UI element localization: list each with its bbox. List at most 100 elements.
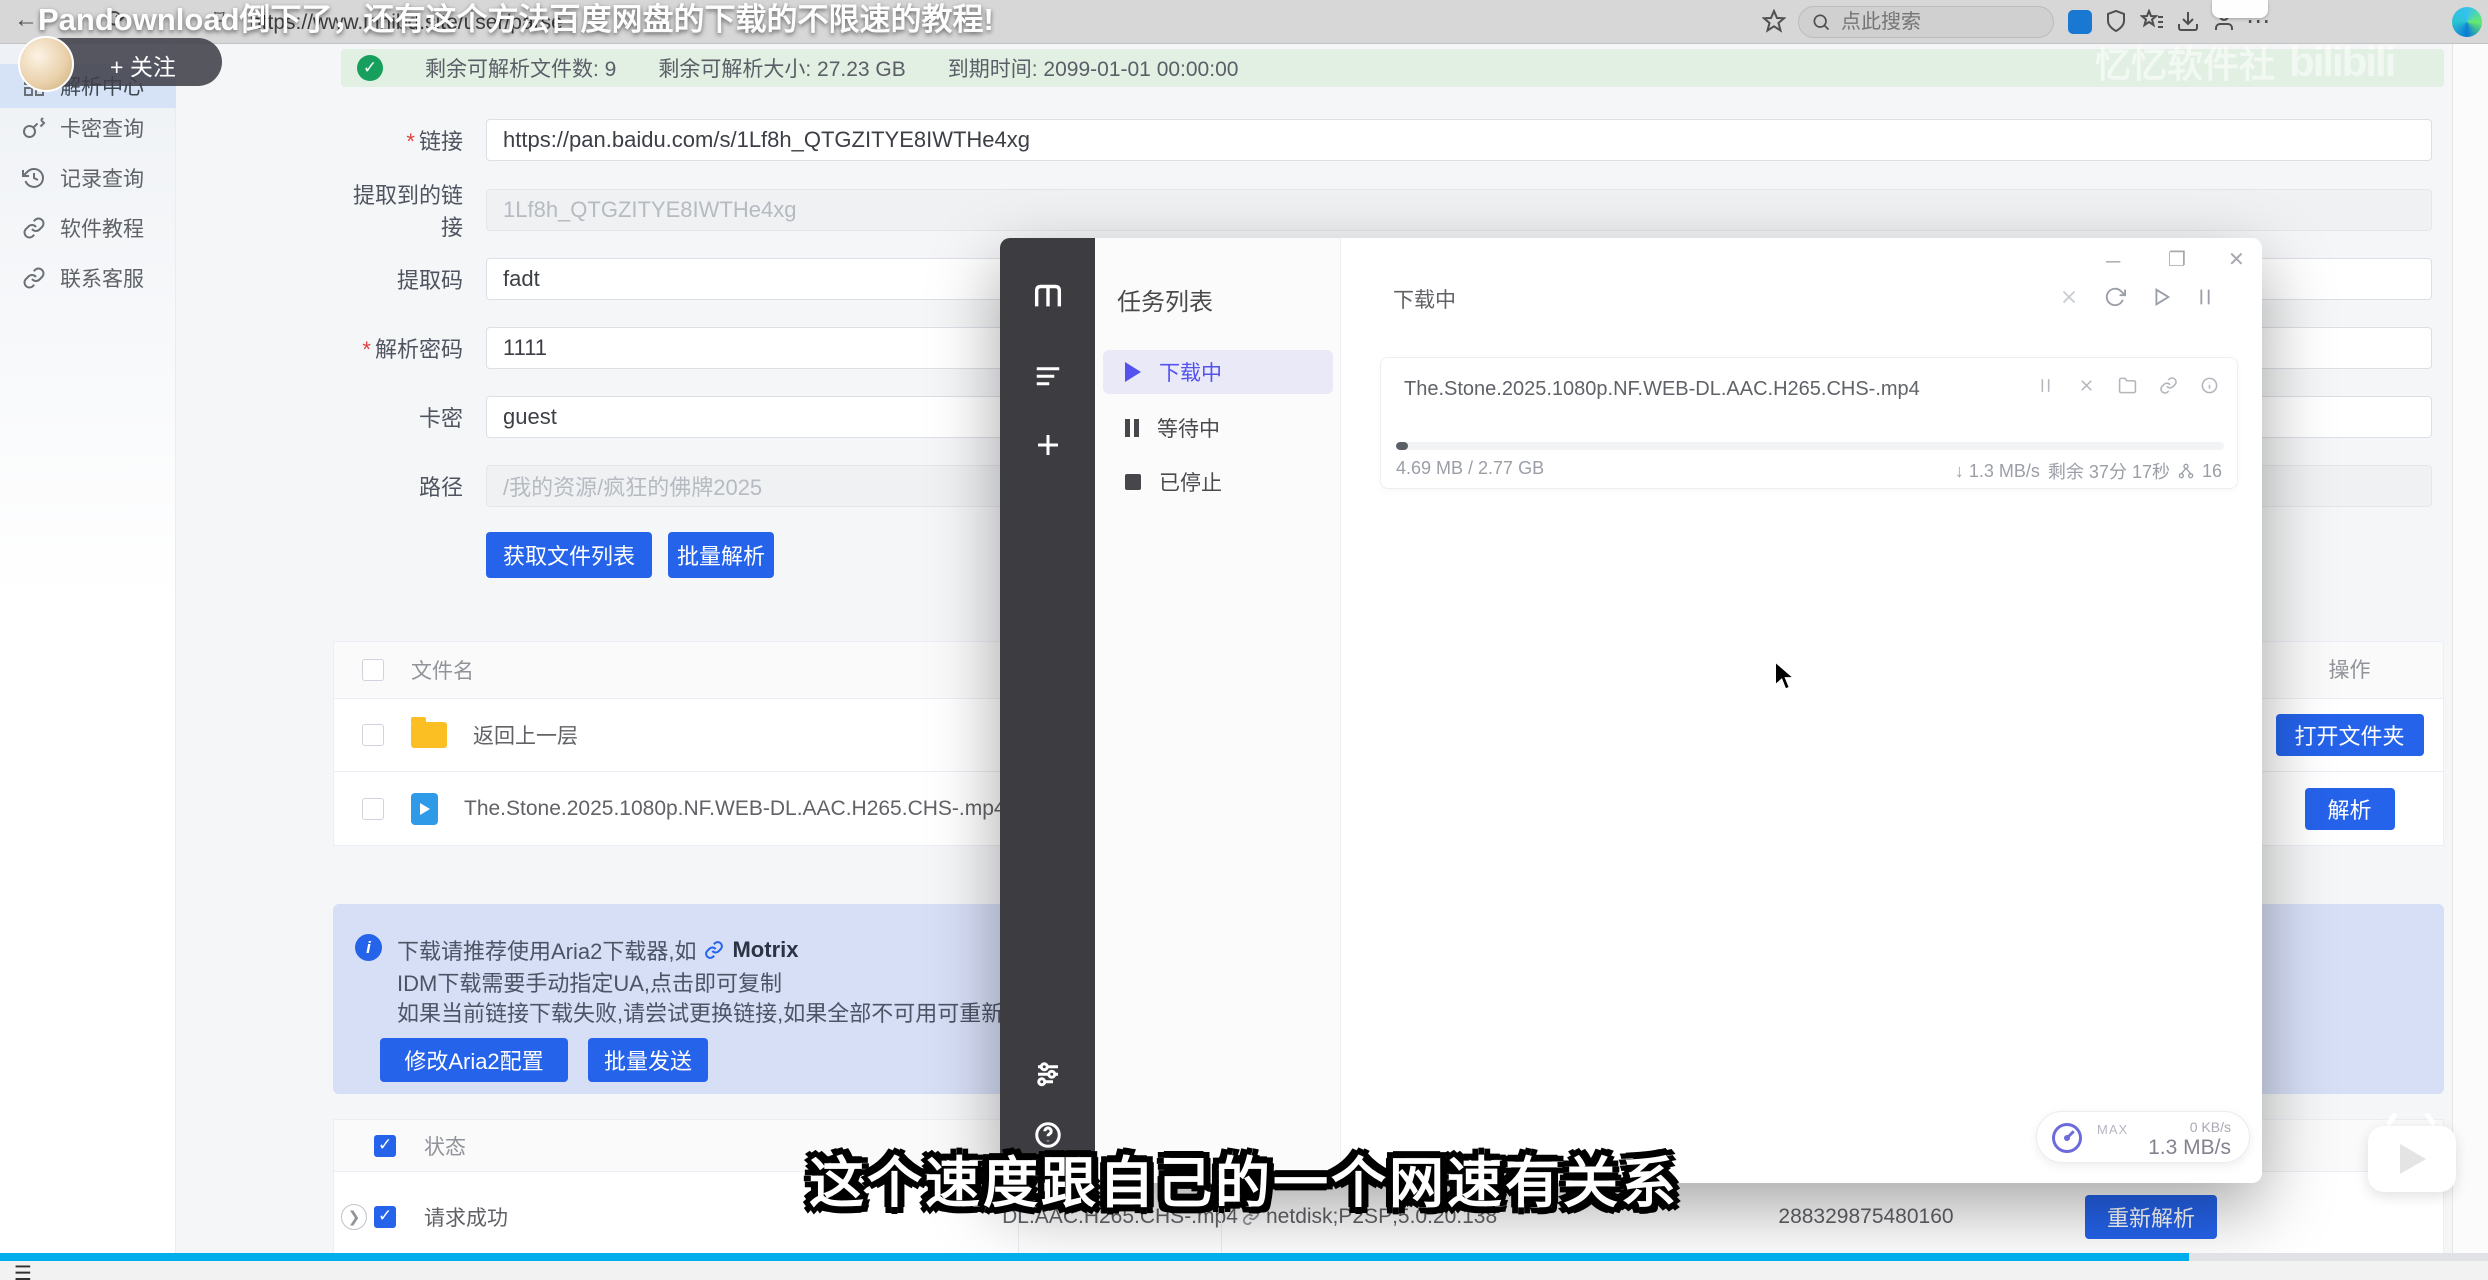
follow-label: + 关注: [110, 48, 176, 82]
file-name[interactable]: 返回上一层: [473, 720, 578, 750]
window-close-button[interactable]: ✕: [2228, 250, 2245, 270]
motrix-window: 任务列表 下载中 等待中 已停止 ─ ❐ ✕ 下载中 The.Stone.202…: [1000, 238, 2262, 1183]
task-filename: The.Stone.2025.1080p.NF.WEB-DL.AAC.H265.…: [1404, 378, 1920, 401]
extension-icon[interactable]: [2068, 10, 2092, 34]
sidebar-item-label: 记录查询: [60, 163, 144, 193]
uploader-avatar[interactable]: [18, 36, 74, 92]
screen: ← ⟳ ⌑ https://www.innibd.site/user/parse…: [0, 0, 2488, 1280]
field-label: 路径: [333, 470, 463, 502]
sidebar-item-label: 软件教程: [60, 213, 144, 243]
extracted-link-input: [486, 189, 2432, 231]
sidebar-item-software-tutorial[interactable]: 软件教程: [0, 206, 176, 250]
sidebar-item-label: 联系客服: [60, 263, 144, 293]
motrix-link[interactable]: Motrix: [732, 937, 798, 963]
panel-title: 下载中: [1393, 284, 1456, 314]
favorite-star-icon[interactable]: [1762, 9, 1786, 33]
back-icon[interactable]: ←: [14, 8, 38, 32]
pause-task-icon[interactable]: [2036, 376, 2055, 395]
watermark-text: 忆忆软件社: [2095, 36, 2275, 88]
pause-all-icon[interactable]: [2194, 286, 2216, 308]
refresh-icon[interactable]: [2104, 286, 2126, 308]
nav-downloading[interactable]: 下载中: [1103, 350, 1333, 394]
open-folder-button[interactable]: 打开文件夹: [2276, 714, 2424, 756]
video-file-icon: [411, 793, 438, 825]
downloads-icon[interactable]: [2176, 9, 2200, 33]
stop-icon: [1125, 474, 1141, 490]
delete-task-icon[interactable]: [2058, 286, 2080, 308]
quota-files: 剩余可解析文件数: 9: [425, 53, 616, 83]
field-label: 提取到的链接: [333, 178, 463, 242]
play-icon: [1125, 362, 1141, 382]
field-label: 卡密: [333, 401, 463, 433]
link-icon: [22, 266, 46, 290]
parse-button[interactable]: 解析: [2305, 788, 2395, 830]
sidebar-item-record-query[interactable]: 记录查询: [0, 156, 176, 200]
video-progress-track[interactable]: [0, 1253, 2488, 1261]
tip-line2[interactable]: IDM下载需要手动指定UA,点击即可复制: [397, 966, 782, 998]
hamburger-icon[interactable]: ☰: [14, 1264, 38, 1280]
task-speed: ↓ 1.3 MB/s: [1955, 461, 2040, 482]
mouse-cursor: [1772, 662, 1798, 692]
window-minimize-button[interactable]: ─: [2106, 252, 2120, 272]
resume-all-icon[interactable]: [2150, 286, 2172, 308]
search-input[interactable]: [1841, 11, 2011, 34]
success-check-icon: ✓: [357, 55, 383, 81]
link-icon: [22, 216, 46, 240]
video-title-overlay: Pandownload倒下了，还有这个方法百度网盘的下载的不限速的教程!: [38, 0, 994, 39]
delete-task-icon[interactable]: [2077, 376, 2096, 395]
nav-waiting[interactable]: 等待中: [1103, 406, 1333, 450]
quota-expire: 到期时间: 2099-01-01 00:00:00: [948, 53, 1239, 83]
sidebar-item-card-query[interactable]: 卡密查询: [0, 106, 176, 150]
task-progress-text: 4.69 MB / 2.77 GB: [1396, 458, 1544, 484]
get-file-list-button[interactable]: 获取文件列表: [486, 532, 652, 578]
open-folder-icon[interactable]: [2118, 376, 2137, 395]
copy-link-icon[interactable]: [2159, 376, 2178, 395]
add-task-icon[interactable]: [1000, 430, 1095, 460]
field-label: 提取码: [333, 263, 463, 295]
quick-search[interactable]: [1798, 6, 2054, 38]
batch-parse-button[interactable]: 批量解析: [668, 532, 774, 578]
video-subtitle: 这个速度跟自己的一个网速有关系: [0, 1138, 2488, 1218]
sidebar-item-contact-support[interactable]: 联系客服: [0, 256, 176, 300]
nav-label: 下载中: [1159, 357, 1222, 387]
download-task-card[interactable]: The.Stone.2025.1080p.NF.WEB-DL.AAC.H265.…: [1380, 357, 2238, 489]
history-icon: [22, 166, 46, 190]
window-maximize-button[interactable]: ❐: [2168, 250, 2186, 270]
modify-aria2-button[interactable]: 修改Aria2配置: [380, 1038, 568, 1082]
info-icon: i: [355, 934, 382, 961]
scrollbar-track[interactable]: [2452, 44, 2488, 1280]
nav-stopped[interactable]: 已停止: [1103, 460, 1333, 504]
pause-icon: [1125, 419, 1139, 437]
task-progress-fill: [1396, 442, 1408, 450]
folder-icon: [411, 722, 447, 748]
task-progress-bar: [1396, 442, 2224, 450]
nav-label: 已停止: [1159, 467, 1222, 497]
tip-line1: 下载请推荐使用Aria2下载器,如: [397, 934, 696, 966]
uploader-watermark: 忆忆软件社 bilibili: [2095, 36, 2394, 88]
motrix-logo-icon: [1000, 278, 1095, 312]
key-icon: [22, 116, 46, 140]
shield-icon[interactable]: [2104, 9, 2128, 33]
browser-logo-icon[interactable]: [2452, 7, 2482, 37]
upload-speed: 0 KB/s: [2190, 1119, 2231, 1135]
link-icon: [704, 940, 724, 960]
row-checkbox[interactable]: [362, 798, 384, 820]
row-checkbox[interactable]: [362, 724, 384, 746]
nav-label: 等待中: [1157, 413, 1220, 443]
link-input[interactable]: [486, 119, 2432, 161]
field-label: *链接: [333, 124, 463, 156]
task-list-icon[interactable]: [1000, 360, 1095, 390]
batch-send-button[interactable]: 批量发送: [588, 1038, 708, 1082]
task-nav-title: 任务列表: [1117, 282, 1213, 317]
select-all-checkbox[interactable]: [362, 659, 384, 681]
quota-size: 剩余可解析大小: 27.23 GB: [658, 53, 905, 83]
file-name[interactable]: The.Stone.2025.1080p.NF.WEB-DL.AAC.H265.…: [464, 797, 1006, 821]
task-remaining: 剩余 37分 17秒: [2048, 458, 2170, 484]
task-peers: 16: [2202, 461, 2222, 482]
favorites-list-icon[interactable]: [2140, 9, 2164, 33]
preferences-icon[interactable]: [1000, 1058, 1095, 1088]
sidebar: 解析中心 卡密查询 记录查询 软件教程 联系客服: [0, 44, 176, 1280]
motrix-rail: [1000, 238, 1095, 1183]
task-info-icon[interactable]: [2200, 376, 2219, 395]
motrix-task-nav: 任务列表 下载中 等待中 已停止: [1095, 238, 1341, 1183]
